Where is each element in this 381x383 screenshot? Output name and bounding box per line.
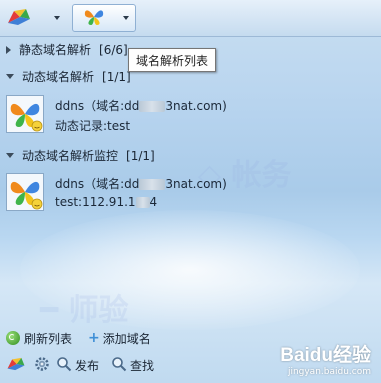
item-detail-text: 动态记录:test (55, 119, 131, 133)
chevron-down-icon (123, 16, 129, 20)
main-menu-button[interactable] (6, 4, 68, 32)
group-count: [1/1] (102, 69, 131, 84)
watermark-url: jingyan.baidu.com (287, 367, 371, 377)
top-toolbar (0, 0, 381, 37)
publish-label: 发布 (75, 358, 100, 373)
watermark-brand: Baidu经验 (280, 345, 371, 366)
background-watermark: ━ 师验 (40, 293, 129, 328)
butterfly-icon (83, 6, 105, 31)
refresh-label: 刷新列表 (24, 331, 73, 346)
group-name: 静态域名解析 (19, 43, 92, 57)
butterfly-avatar-icon (6, 95, 44, 133)
gear-icon (34, 356, 50, 375)
group-static-dns[interactable]: 静态域名解析 [6/6] (6, 41, 128, 58)
redacted-text (135, 197, 150, 208)
item-domain-text: ddns（域名:dd 3nat.com) (55, 177, 227, 191)
group-name: 动态域名解析监控 (22, 149, 119, 163)
group-count: [6/6] (99, 42, 128, 57)
app-logo-icon (6, 356, 26, 375)
redacted-text (139, 101, 166, 112)
collapse-arrow-icon (6, 74, 14, 79)
item-domain-text: ddns（域名:dd 3nat.com) (55, 99, 227, 113)
add-domain-label: 添加域名 (102, 331, 151, 346)
group-dynamic-dns[interactable]: 动态域名解析 [1/1] (6, 68, 131, 85)
find-label: 查找 (130, 358, 155, 373)
chevron-down-icon (54, 16, 60, 20)
publish-button[interactable]: 发布 (56, 356, 99, 375)
settings-button[interactable] (34, 356, 50, 375)
list-item[interactable]: ddns（域名:dd 3nat.com) 动态记录:test (0, 93, 381, 143)
group-dynamic-dns-monitor[interactable]: 动态域名解析监控 [1/1] (6, 147, 155, 164)
find-button[interactable]: 查找 (111, 356, 154, 375)
app-window: ◇ 帐务 ━ 师验 静态域名解析 [6/6] 动态域名解析 [1/1] ddns… (0, 0, 381, 383)
redacted-text (139, 179, 166, 190)
list-item[interactable]: ddns（域名:dd 3nat.com) test:112.91.1 4 (0, 171, 381, 221)
app-logo-icon (6, 7, 32, 30)
refresh-icon (6, 331, 20, 345)
refresh-list-button[interactable]: 刷新列表 (6, 330, 72, 347)
item-detail-text: test:112.91.1 4 (55, 195, 158, 209)
group-name: 动态域名解析 (22, 70, 95, 84)
butterfly-avatar-icon (6, 173, 44, 211)
plus-icon: + (88, 330, 100, 346)
add-domain-button[interactable]: + 添加域名 (88, 330, 151, 347)
magnifier-icon (56, 356, 72, 375)
group-count: [1/1] (126, 148, 155, 163)
expand-arrow-icon (6, 45, 11, 54)
app-logo-button[interactable] (6, 356, 26, 375)
collapse-arrow-icon (6, 153, 14, 158)
domain-list-button[interactable] (72, 4, 136, 32)
baidu-watermark: Baidu经验 jingyan.baidu.com (280, 340, 371, 377)
tooltip: 域名解析列表 (128, 48, 217, 72)
search-icon (111, 356, 127, 375)
